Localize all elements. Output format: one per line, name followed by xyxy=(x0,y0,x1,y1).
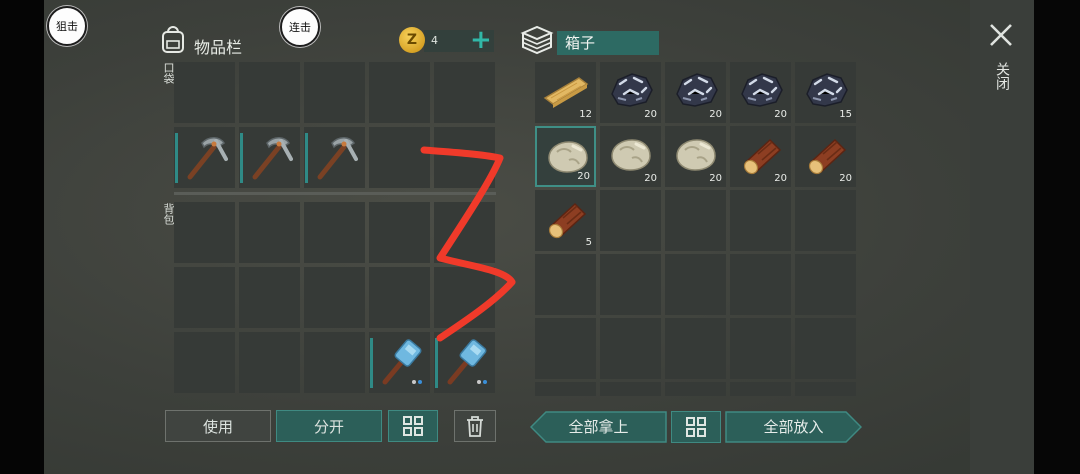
storage-slot[interactable] xyxy=(600,318,661,379)
storage-slot[interactable] xyxy=(795,254,856,315)
inventory-slot[interactable] xyxy=(369,62,430,123)
inventory-slot[interactable] xyxy=(369,267,430,328)
storage-slot[interactable]: 20 xyxy=(600,126,661,187)
inventory-slot[interactable] xyxy=(369,332,430,393)
durability-bar xyxy=(175,133,178,183)
take-all-button[interactable]: 全部拿上 xyxy=(530,411,667,443)
storage-slot[interactable] xyxy=(535,382,596,396)
inventory-slot[interactable] xyxy=(304,62,365,123)
inventory-slot[interactable] xyxy=(174,267,235,328)
split-button[interactable]: 分开 xyxy=(276,410,382,442)
storage-slot[interactable] xyxy=(665,318,726,379)
inventory-slot[interactable] xyxy=(434,202,495,263)
currency-amount: 4 xyxy=(431,34,438,47)
storage-sort-button[interactable] xyxy=(671,411,721,443)
storage-slot[interactable] xyxy=(600,382,661,396)
inventory-slot[interactable] xyxy=(369,202,430,263)
storage-slot[interactable]: 12 xyxy=(535,62,596,123)
storage-slot[interactable] xyxy=(665,190,726,251)
inventory-slot[interactable] xyxy=(174,332,235,393)
close-icon[interactable] xyxy=(988,22,1014,48)
item-count: 12 xyxy=(579,109,592,120)
item-count: 20 xyxy=(709,173,722,184)
upgrade-dots xyxy=(475,369,487,388)
durability-bar xyxy=(435,338,438,388)
durability-bar xyxy=(305,133,308,183)
item-count: 20 xyxy=(644,109,657,120)
gold-coin-icon: Z xyxy=(399,27,425,53)
item-count: 20 xyxy=(839,173,852,184)
item-count: 15 xyxy=(839,109,852,120)
combo-button[interactable]: 连击 xyxy=(280,7,320,47)
inventory-slot[interactable] xyxy=(304,267,365,328)
inventory-slot[interactable] xyxy=(239,62,300,123)
storage-slot[interactable]: 20 xyxy=(730,126,791,187)
inventory-slot[interactable] xyxy=(239,267,300,328)
storage-slot[interactable]: 20 xyxy=(795,126,856,187)
storage-title: 箱子 xyxy=(557,31,659,55)
storage-slot[interactable] xyxy=(535,318,596,379)
upgrade-dots xyxy=(410,369,422,388)
inventory-title: 物品栏 xyxy=(194,38,243,57)
storage-slot[interactable]: 20 xyxy=(665,126,726,187)
inventory-slot[interactable] xyxy=(239,202,300,263)
storage-slot[interactable]: 20 xyxy=(535,126,596,187)
screen-edge-right xyxy=(1034,0,1080,474)
storage-slot[interactable] xyxy=(730,382,791,396)
storage-slot[interactable]: 15 xyxy=(795,62,856,123)
item-count: 20 xyxy=(577,171,590,182)
inventory-slot[interactable] xyxy=(304,127,365,188)
grid-sort-icon xyxy=(686,417,706,437)
storage-slot[interactable] xyxy=(600,190,661,251)
snipe-button[interactable]: 狙击 xyxy=(47,6,87,46)
storage-slot[interactable]: 20 xyxy=(600,62,661,123)
add-currency-button[interactable]: + xyxy=(470,26,492,54)
inventory-slot[interactable] xyxy=(239,127,300,188)
storage-slot[interactable] xyxy=(665,382,726,396)
inventory-slot[interactable] xyxy=(174,202,235,263)
durability-bar xyxy=(240,133,243,183)
storage-slot[interactable] xyxy=(535,254,596,315)
item-count: 20 xyxy=(774,109,787,120)
grid-sort-icon xyxy=(403,416,423,436)
take-all-label: 全部拿上 xyxy=(568,418,629,436)
inventory-slot[interactable] xyxy=(434,127,495,188)
inventory-slot[interactable] xyxy=(239,332,300,393)
sort-button[interactable] xyxy=(388,410,438,442)
inventory-slot[interactable] xyxy=(304,332,365,393)
storage-slot[interactable] xyxy=(730,318,791,379)
item-count: 20 xyxy=(709,109,722,120)
item-count: 20 xyxy=(774,173,787,184)
inventory-slot[interactable] xyxy=(174,127,235,188)
inventory-slot[interactable] xyxy=(174,62,235,123)
storage-slot[interactable] xyxy=(730,254,791,315)
inventory-slot[interactable] xyxy=(434,332,495,393)
storage-slot[interactable] xyxy=(795,318,856,379)
durability-bar xyxy=(370,338,373,388)
storage-slot[interactable] xyxy=(600,254,661,315)
crate-icon xyxy=(520,25,554,55)
put-all-button[interactable]: 全部放入 xyxy=(725,411,862,443)
inventory-slot[interactable] xyxy=(434,62,495,123)
item-count: 20 xyxy=(644,173,657,184)
use-button[interactable]: 使用 xyxy=(165,410,271,442)
inventory-slot[interactable] xyxy=(304,202,365,263)
section-divider xyxy=(174,192,496,195)
inventory-slot[interactable] xyxy=(369,127,430,188)
storage-slot[interactable]: 5 xyxy=(535,190,596,251)
delete-button[interactable] xyxy=(454,410,496,442)
item-count: 5 xyxy=(585,237,592,248)
backpack-icon xyxy=(162,26,184,53)
screen-edge-left xyxy=(0,0,44,474)
trash-icon xyxy=(467,416,483,437)
storage-slot[interactable] xyxy=(665,254,726,315)
storage-slot[interactable]: 20 xyxy=(665,62,726,123)
put-all-label: 全部放入 xyxy=(763,418,824,436)
inventory-slot[interactable] xyxy=(434,267,495,328)
close-label[interactable]: 关闭 xyxy=(992,62,1012,90)
storage-slot[interactable] xyxy=(795,382,856,396)
storage-slot[interactable]: 20 xyxy=(730,62,791,123)
storage-slot[interactable] xyxy=(795,190,856,251)
storage-slot[interactable] xyxy=(730,190,791,251)
